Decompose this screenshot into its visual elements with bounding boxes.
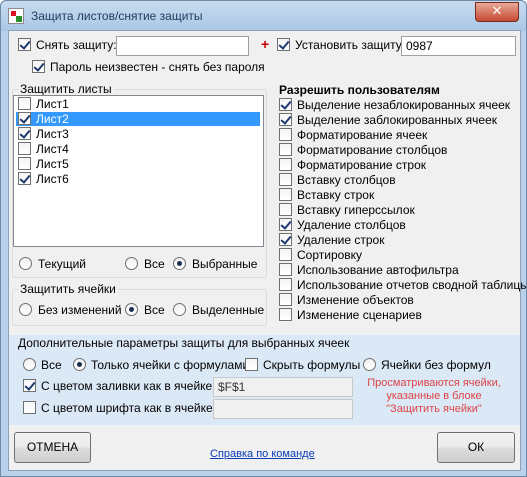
help-link[interactable]: Справка по команде: [210, 448, 315, 460]
cells-no-change-radio[interactable]: [19, 303, 32, 316]
scope-current-radio[interactable]: [19, 257, 32, 270]
permission-checkbox[interactable]: [279, 308, 292, 321]
sheet-label: Лист3: [36, 127, 69, 141]
protect-checkbox[interactable]: [277, 38, 290, 51]
protect-sheets-title: Защитить листы: [18, 82, 114, 96]
extra-all-label: Все: [41, 358, 62, 372]
unprotect-password-field[interactable]: [116, 36, 249, 56]
sheet-label: Лист1: [36, 97, 69, 111]
permission-label: Изменение сценариев: [297, 308, 422, 322]
hide-formulas-checkbox[interactable]: [245, 358, 258, 371]
excel-app-icon: [8, 8, 24, 24]
protect-cells-title: Защитить ячейки: [18, 282, 118, 296]
permission-checkbox[interactable]: [279, 203, 292, 216]
formulas-only-label: Только ячейки с формулами: [91, 358, 250, 372]
sheet-list-item[interactable]: Лист5: [16, 157, 260, 171]
permission-label: Изменение объектов: [297, 293, 414, 307]
fill-color-cell-field[interactable]: $F$1: [213, 377, 353, 397]
permission-checkbox[interactable]: [279, 278, 292, 291]
unknown-password-checkbox[interactable]: [32, 60, 45, 73]
sheet-list-item[interactable]: Лист3: [16, 127, 260, 141]
font-color-label: С цветом шрифта как в ячейке:: [41, 401, 216, 415]
font-color-checkbox[interactable]: [23, 401, 36, 414]
permission-checkbox[interactable]: [279, 143, 292, 156]
scope-selected-radio[interactable]: [173, 257, 186, 270]
sheet-label: Лист5: [36, 157, 69, 171]
permission-checkbox[interactable]: [279, 98, 292, 111]
unprotect-checkbox[interactable]: [18, 38, 31, 51]
permission-checkbox[interactable]: [279, 113, 292, 126]
hide-formulas-label: Скрыть формулы: [263, 358, 361, 372]
permission-checkbox[interactable]: [279, 173, 292, 186]
extra-all-radio[interactable]: [23, 358, 36, 371]
permission-label: Использование автофильтра: [297, 263, 459, 277]
dialog-body: Снять защиту: + Установить защиту 0987 П…: [8, 30, 527, 471]
cancel-button[interactable]: ОТМЕНА: [14, 432, 91, 463]
sheet-label: Лист4: [36, 142, 69, 156]
sheet-list-item[interactable]: Лист1: [16, 97, 260, 111]
permission-label: Удаление строк: [297, 233, 385, 247]
permission-checkbox[interactable]: [279, 263, 292, 276]
sheet-list-item[interactable]: Лист4: [16, 142, 260, 156]
permission-label: Форматирование ячеек: [297, 128, 428, 142]
permission-label: Выделение заблокированных ячеек: [297, 113, 498, 127]
fill-color-checkbox[interactable]: [23, 379, 36, 392]
fill-color-label: С цветом заливки как в ячейке:: [41, 379, 216, 393]
title-bar[interactable]: Защита листов/снятие защиты ✕: [1, 1, 526, 31]
cells-all-label: Все: [144, 303, 165, 317]
permission-checkbox[interactable]: [279, 248, 292, 261]
cells-all-radio[interactable]: [125, 303, 138, 316]
window-title: Защита листов/снятие защиты: [31, 9, 203, 23]
sheet-list-item[interactable]: Лист2: [16, 112, 260, 126]
font-color-cell-field[interactable]: [213, 399, 353, 419]
no-formulas-radio[interactable]: [363, 358, 376, 371]
permission-checkbox[interactable]: [279, 293, 292, 306]
permission-label: Вставку строк: [297, 188, 375, 202]
permission-label: Удаление столбцов: [297, 218, 406, 232]
scope-selected-label: Выбранные: [192, 257, 258, 271]
sheet-checkbox[interactable]: [18, 112, 31, 125]
permission-label: Форматирование строк: [297, 158, 427, 172]
protect-label: Установить защиту: [295, 38, 402, 52]
cells-selected-label: Выделенные: [192, 303, 265, 317]
formula-scope-note: Просматриваются ячейки, указанные в блок…: [367, 377, 501, 415]
scope-current-label: Текущий: [38, 257, 86, 271]
permission-label: Вставку столбцов: [297, 173, 396, 187]
ok-button[interactable]: ОК: [437, 432, 515, 463]
permission-label: Выделение незаблокированных ячеек: [297, 98, 511, 112]
sheet-list-item[interactable]: Лист6: [16, 172, 260, 186]
sheet-checkbox[interactable]: [18, 172, 31, 185]
cells-no-change-label: Без изменений: [38, 303, 122, 317]
permission-checkbox[interactable]: [279, 158, 292, 171]
permissions-title: Разрешить пользователям: [279, 83, 440, 97]
dialog-window: Защита листов/снятие защиты ✕ Снять защи…: [0, 0, 527, 477]
formulas-only-radio[interactable]: [73, 358, 86, 371]
permission-checkbox[interactable]: [279, 188, 292, 201]
permission-label: Сортировку: [297, 248, 363, 262]
scope-all-label: Все: [144, 257, 165, 271]
no-formulas-label: Ячейки без формул: [381, 358, 491, 372]
permission-checkbox[interactable]: [279, 128, 292, 141]
sheet-checkbox[interactable]: [18, 127, 31, 140]
extra-options-title: Дополнительные параметры защиты для выбр…: [18, 336, 350, 350]
permission-label: Форматирование столбцов: [297, 143, 448, 157]
scope-all-radio[interactable]: [125, 257, 138, 270]
permission-label: Вставку гиперссылок: [297, 203, 415, 217]
unknown-password-label: Пароль неизвестен - снять без пароля: [50, 60, 265, 74]
unprotect-label: Снять защиту:: [36, 38, 117, 52]
cells-selected-radio[interactable]: [173, 303, 186, 316]
plus-icon: +: [261, 36, 270, 52]
sheet-label: Лист2: [36, 112, 69, 126]
permission-checkbox[interactable]: [279, 218, 292, 231]
sheet-checkbox[interactable]: [18, 142, 31, 155]
protect-password-field[interactable]: 0987: [401, 36, 516, 56]
sheet-label: Лист6: [36, 172, 69, 186]
sheets-listbox[interactable]: Лист1 Лист2 Лист3 Лист4 Лист5 Лист6: [13, 95, 264, 247]
sheet-checkbox[interactable]: [18, 97, 31, 110]
close-button[interactable]: ✕: [475, 2, 519, 22]
permission-label: Использование отчетов сводной таблицы: [297, 278, 527, 292]
permission-checkbox[interactable]: [279, 233, 292, 246]
sheet-checkbox[interactable]: [18, 157, 31, 170]
